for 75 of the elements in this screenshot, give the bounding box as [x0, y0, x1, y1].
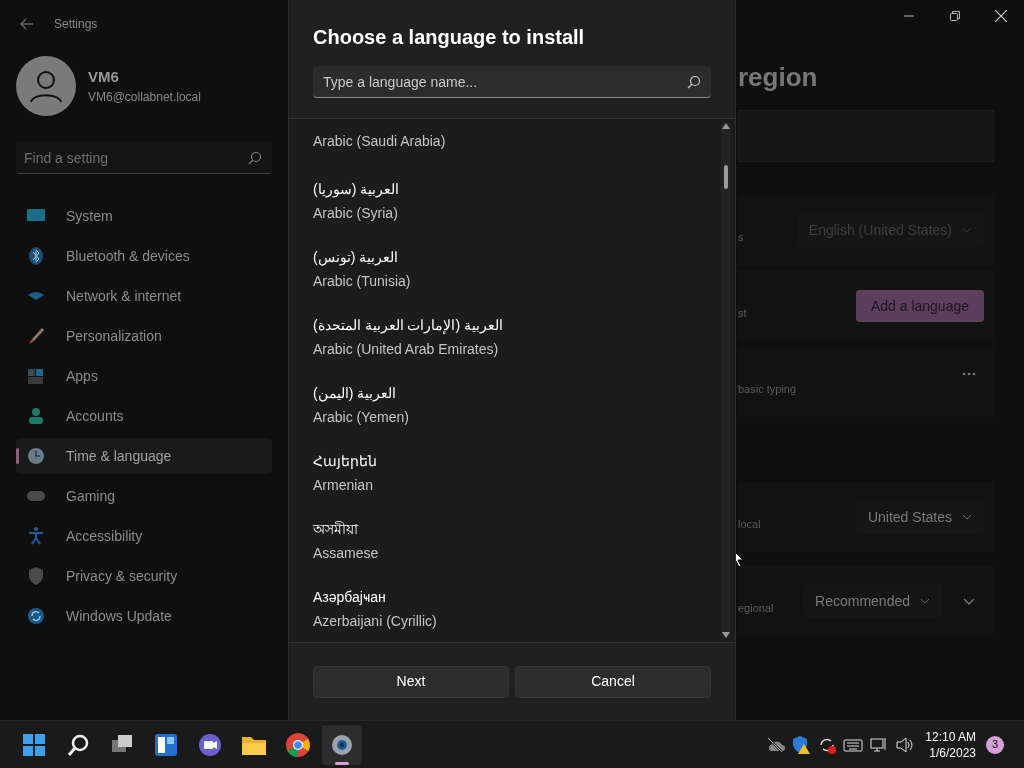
setting-label: local	[738, 516, 761, 532]
clock-icon	[26, 446, 46, 466]
shield-icon	[26, 566, 46, 586]
language-item[interactable]: Հայերեն Armenian	[313, 441, 713, 509]
scroll-down-icon[interactable]	[722, 632, 730, 638]
language-name: Azerbaijani (Cyrillic)	[313, 612, 437, 631]
native-name: العربية (تونس)	[313, 248, 399, 268]
scrollbar-thumb[interactable]	[724, 165, 728, 189]
nav-item[interactable]: Accessibility	[16, 518, 272, 554]
chevron-down-icon	[920, 598, 930, 604]
more-icon	[962, 372, 976, 376]
bluetooth-icon	[26, 246, 46, 266]
nav-item[interactable]: Personalization	[16, 318, 272, 354]
search-field[interactable]: Find a setting	[16, 142, 272, 174]
language-name: Arabic (Syria)	[313, 204, 398, 223]
language-item[interactable]: অসমীয়া Assamese	[313, 509, 713, 577]
dialog-button[interactable]: Cancel	[515, 665, 711, 698]
scrollbar[interactable]	[721, 123, 731, 638]
browser-icon	[284, 730, 312, 759]
dialog-title: Choose a language to install	[313, 25, 586, 50]
language-name: Arabic (Tunisia)	[313, 272, 411, 291]
language-item[interactable]: Arabic (Saudi Arabia)	[313, 129, 713, 169]
user-name: VM6	[88, 66, 120, 87]
taskbar-button[interactable]	[322, 724, 362, 765]
native-name: العربية (اليمن)	[313, 384, 397, 404]
brush-icon	[26, 326, 46, 346]
native-name: العربية (الإمارات العربية المتحدة)	[313, 316, 503, 336]
chevron-down-icon	[962, 227, 972, 233]
user-email: VM6@collabnet.local	[88, 89, 201, 107]
nav-item[interactable]: Apps	[16, 358, 272, 394]
native-name: Հայերեն	[313, 452, 377, 471]
language-name: Arabic (United Arab Emirates)	[313, 340, 499, 359]
native-name: অসমীয়া	[313, 520, 358, 539]
setting-label: st	[738, 305, 747, 321]
running-indicator	[335, 761, 349, 765]
setting-label: egional	[738, 600, 774, 616]
nav-item[interactable]: Time & language	[16, 438, 272, 474]
language-name: Arabic (Saudi Arabia)	[313, 132, 446, 151]
nav-item[interactable]: System	[16, 198, 272, 234]
scroll-up-icon[interactable]	[722, 123, 730, 129]
notification-badge[interactable]: 3	[986, 735, 1004, 754]
apps-icon	[26, 366, 46, 386]
setting-label: s	[738, 229, 744, 245]
setting-label: basic typing	[738, 381, 797, 397]
nav-item[interactable]: Network & internet	[16, 278, 272, 314]
search-icon	[248, 151, 262, 165]
avatar-icon	[16, 56, 76, 116]
native-name: Азәрбајҹан	[313, 588, 386, 607]
dialog-button[interactable]: Next	[313, 665, 509, 698]
nav-item[interactable]: Privacy & security	[16, 558, 272, 594]
back-arrow-icon[interactable]	[20, 18, 34, 30]
clock[interactable]: 12:10 AM 1/6/2023	[925, 728, 976, 761]
page-title: region	[738, 61, 819, 94]
native-name: العربية (سوريا)	[313, 180, 400, 200]
selection-indicator	[16, 448, 19, 464]
language-name: Armenian	[313, 476, 373, 495]
close-icon	[995, 10, 1007, 22]
chevron-down-icon	[962, 514, 972, 520]
volume-icon	[895, 734, 916, 755]
chevron-down-icon	[963, 597, 975, 605]
nav-item[interactable]: Gaming	[16, 478, 272, 514]
nav-item[interactable]: Accounts	[16, 398, 272, 434]
nav-item[interactable]: Bluetooth & devices	[16, 238, 272, 274]
accessibility-icon	[26, 526, 46, 546]
restore-icon	[950, 11, 960, 21]
nav-item[interactable]: Windows Update	[16, 598, 272, 634]
person-icon	[26, 406, 46, 426]
update-icon	[26, 606, 46, 626]
language-search-field[interactable]: Type a language name...	[313, 66, 711, 98]
shield-warning-icon	[791, 734, 812, 755]
language-item[interactable]: Азәрбајҹан Azerbaijani (Cyrillic)	[313, 577, 713, 642]
search-icon	[687, 75, 701, 89]
window-title: Settings	[54, 16, 98, 33]
language-name: Arabic (Yemen)	[313, 408, 409, 427]
language-name: Assamese	[313, 544, 379, 563]
